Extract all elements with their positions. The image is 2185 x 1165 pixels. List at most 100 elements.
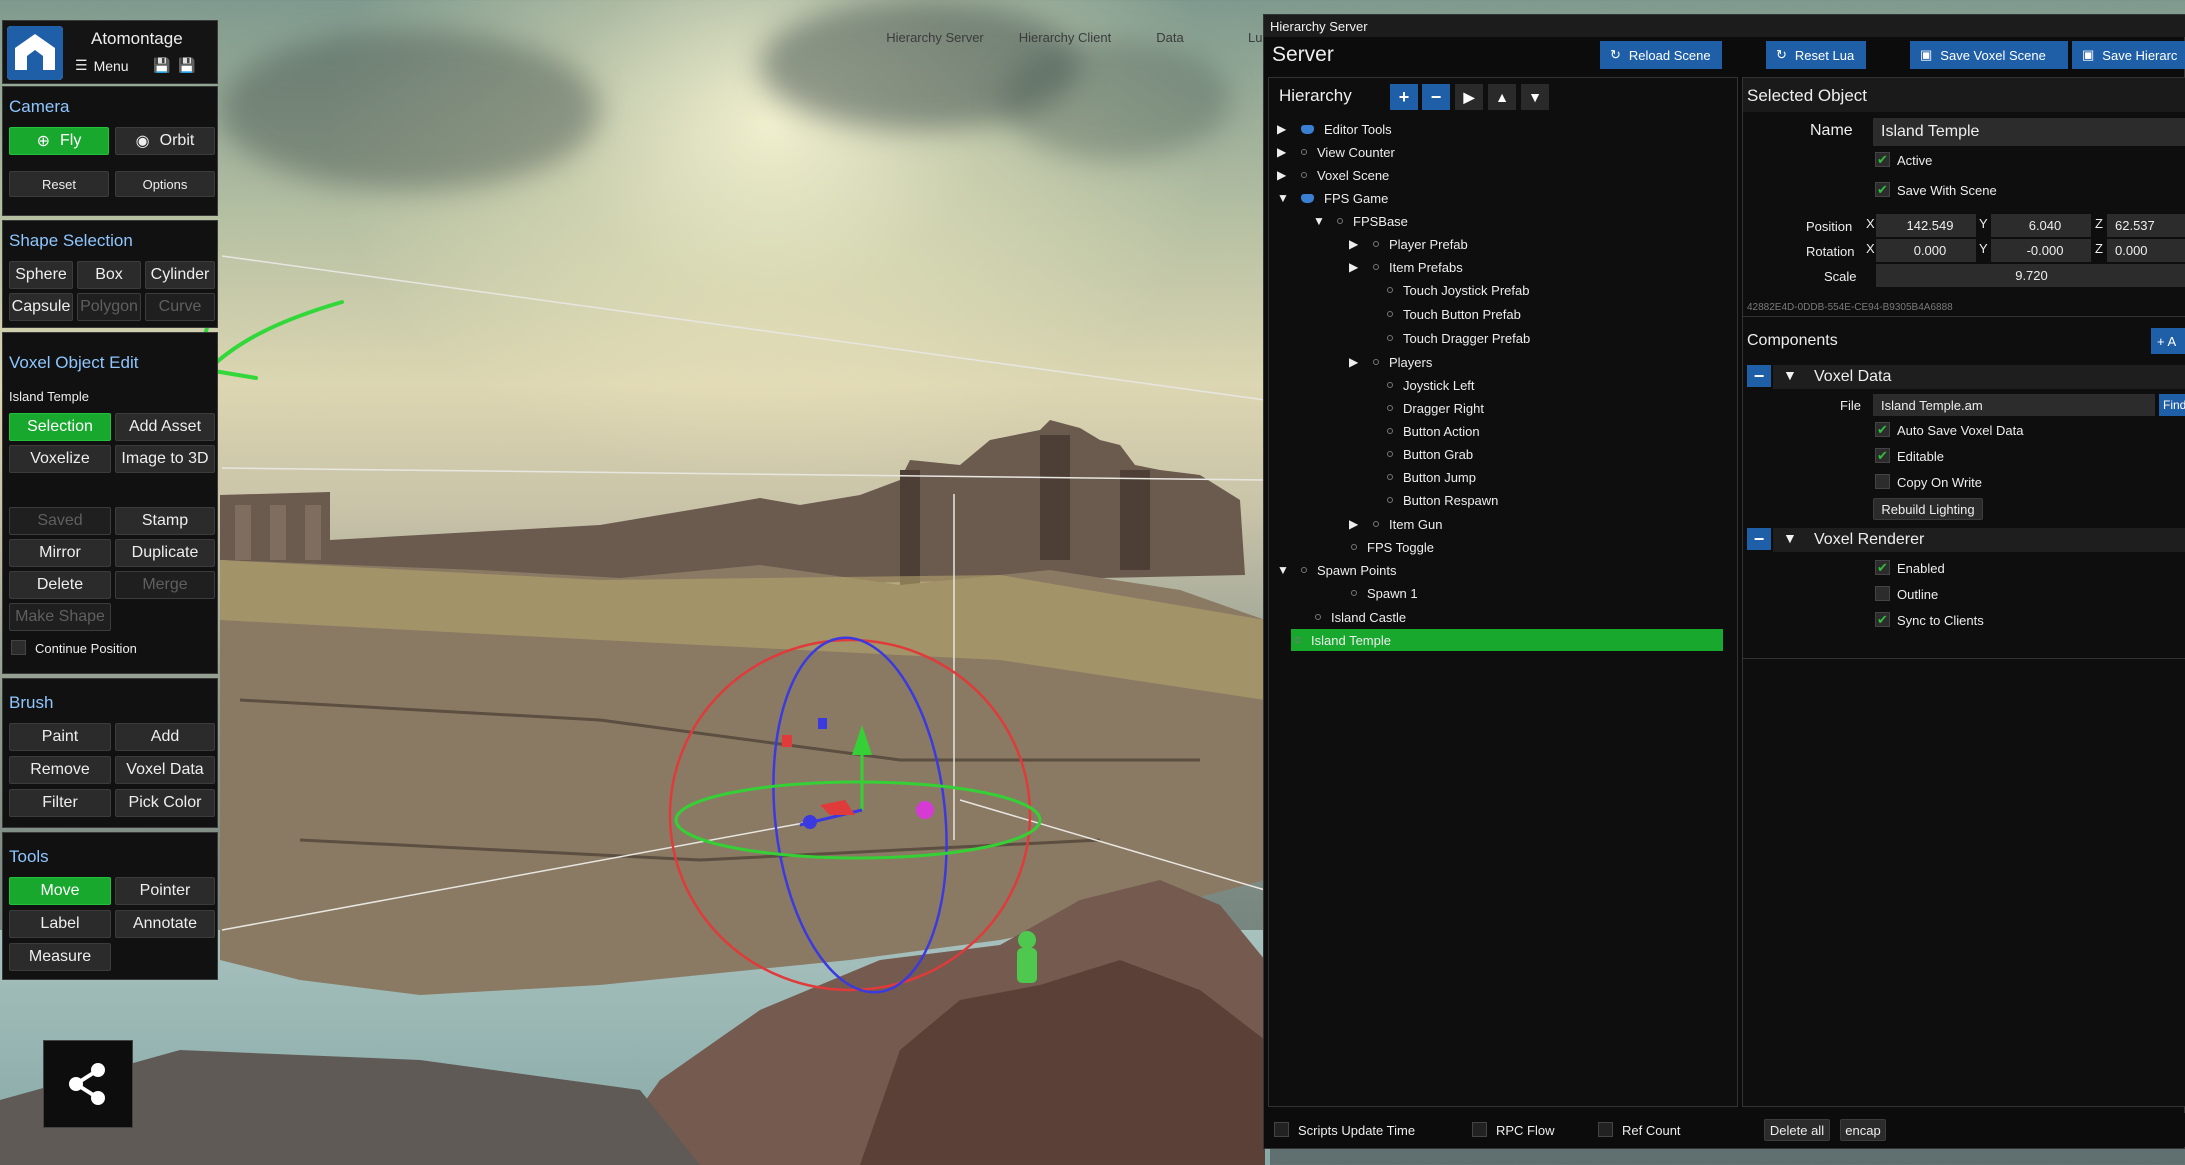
tree-node[interactable]: Button Jump	[1349, 466, 1476, 488]
rebuild-lighting-button[interactable]: Rebuild Lighting	[1873, 498, 1983, 520]
voxelize-button[interactable]: Voxelize	[9, 445, 111, 473]
orbit-button[interactable]: ◉ Orbit	[115, 127, 215, 155]
scale-input[interactable]: 9.720	[1876, 264, 2185, 287]
tree-node[interactable]: Touch Joystick Prefab	[1349, 279, 1529, 301]
active-checkbox[interactable]: ✔	[1875, 152, 1890, 167]
pick-color-button[interactable]: Pick Color	[115, 789, 215, 817]
sync-clients-checkbox[interactable]: ✔	[1875, 612, 1890, 627]
collapse-voxel-renderer-button[interactable]: −	[1747, 528, 1771, 550]
collapse-voxel-data-button[interactable]: −	[1747, 365, 1771, 387]
rotation-y-input[interactable]: -0.000	[1991, 239, 2091, 262]
tree-node[interactable]: Island Castle	[1277, 606, 1406, 628]
capsule-button[interactable]: Capsule	[9, 293, 73, 321]
tab-data[interactable]: Data	[1150, 30, 1190, 45]
tree-node[interactable]: Touch Dragger Prefab	[1349, 327, 1530, 349]
share-button[interactable]	[43, 1040, 133, 1128]
file-input[interactable]: Island Temple.am	[1873, 394, 2155, 416]
tree-node[interactable]: Joystick Left	[1349, 374, 1475, 396]
camera-options-button[interactable]: Options	[115, 171, 215, 197]
pointer-tool-button[interactable]: Pointer	[115, 877, 215, 905]
tree-node[interactable]: ▶ Editor Tools	[1277, 118, 1392, 140]
tree-node[interactable]: ▶ Players	[1349, 351, 1432, 373]
chevron-right-icon[interactable]: ▶	[1277, 168, 1291, 182]
delete-all-button[interactable]: Delete all	[1764, 1119, 1830, 1141]
tree-node[interactable]: ▶ View Counter	[1277, 141, 1395, 163]
save-hierarchy-button[interactable]: ▣ Save Hierarc	[2072, 41, 2185, 69]
measure-tool-button[interactable]: Measure	[9, 943, 111, 971]
save-voxel-scene-button[interactable]: ▣ Save Voxel Scene	[1910, 41, 2068, 69]
move-down-button[interactable]: ▼	[1521, 84, 1549, 110]
tree-node[interactable]: Island Temple	[1291, 629, 1723, 651]
tree-node[interactable]: ▶ Player Prefab	[1349, 233, 1468, 255]
tree-node[interactable]: Touch Button Prefab	[1349, 303, 1521, 325]
mirror-button[interactable]: Mirror	[9, 539, 111, 567]
tree-node[interactable]: Button Respawn	[1349, 489, 1498, 511]
tree-node[interactable]: ▼ FPS Game	[1277, 187, 1388, 209]
name-input[interactable]: Island Temple	[1873, 118, 2185, 146]
add-asset-button[interactable]: Add Asset	[115, 413, 215, 441]
position-y-input[interactable]: 6.040	[1991, 214, 2091, 237]
label-tool-button[interactable]: Label	[9, 910, 111, 938]
paint-button[interactable]: Paint	[9, 723, 111, 751]
reset-lua-button[interactable]: ↻ Reset Lua	[1766, 41, 1866, 69]
merge-button[interactable]: Merge	[115, 571, 215, 599]
tree-node[interactable]: ▼ Spawn Points	[1277, 559, 1397, 581]
chevron-right-icon[interactable]: ▶	[1349, 355, 1363, 369]
stamp-button[interactable]: Stamp	[115, 507, 215, 535]
move-tool-button[interactable]: Move	[9, 877, 111, 905]
play-button[interactable]: ▶	[1455, 84, 1483, 110]
copy-on-write-checkbox[interactable]	[1875, 474, 1890, 489]
outline-checkbox[interactable]	[1875, 586, 1890, 601]
selection-button[interactable]: Selection	[9, 413, 111, 441]
tab-hierarchy-client[interactable]: Hierarchy Client	[1010, 30, 1120, 45]
make-shape-button[interactable]: Make Shape	[9, 603, 111, 631]
rotation-z-input[interactable]: 0.000	[2107, 239, 2185, 262]
chevron-down-icon[interactable]: ▼	[1277, 191, 1291, 205]
window-titlebar[interactable]: Hierarchy Server	[1264, 15, 2185, 37]
ref-count-checkbox[interactable]	[1598, 1122, 1613, 1137]
rotation-x-input[interactable]: 0.000	[1876, 239, 1976, 262]
add-button[interactable]: Add	[115, 723, 215, 751]
delete-button[interactable]: Delete	[9, 571, 111, 599]
duplicate-button[interactable]: Duplicate	[115, 539, 215, 567]
chevron-right-icon[interactable]: ▶	[1277, 122, 1291, 136]
move-up-button[interactable]: ▲	[1488, 84, 1516, 110]
scripts-update-checkbox[interactable]	[1274, 1122, 1289, 1137]
tree-node[interactable]: ▶ Item Prefabs	[1349, 256, 1463, 278]
editable-checkbox[interactable]: ✔	[1875, 448, 1890, 463]
sphere-button[interactable]: Sphere	[9, 261, 73, 289]
tree-node[interactable]: Button Action	[1349, 420, 1480, 442]
remove-button[interactable]: Remove	[9, 756, 111, 784]
save-as-icon[interactable]: 💾	[178, 57, 195, 74]
continue-position-checkbox[interactable]	[11, 640, 26, 655]
tree-node[interactable]: ▶ Item Gun	[1349, 513, 1442, 535]
save-icon[interactable]: 💾	[153, 57, 170, 74]
reset-camera-button[interactable]: Reset	[9, 171, 109, 197]
chevron-down-icon[interactable]: ▼	[1313, 214, 1327, 228]
position-z-input[interactable]: 62.537	[2107, 214, 2185, 237]
curve-button[interactable]: Curve	[145, 293, 215, 321]
rpc-flow-checkbox[interactable]	[1472, 1122, 1487, 1137]
fly-button[interactable]: ⊕ Fly	[9, 127, 109, 155]
auto-save-checkbox[interactable]: ✔	[1875, 422, 1890, 437]
add-node-button[interactable]: +	[1390, 84, 1418, 110]
tab-hierarchy-server[interactable]: Hierarchy Server	[880, 30, 990, 45]
chevron-right-icon[interactable]: ▶	[1349, 260, 1363, 274]
chevron-right-icon[interactable]: ▶	[1277, 145, 1291, 159]
add-component-button[interactable]: + A	[2151, 328, 2185, 354]
filter-button[interactable]: Filter	[9, 789, 111, 817]
box-button[interactable]: Box	[77, 261, 141, 289]
polygon-button[interactable]: Polygon	[77, 293, 141, 321]
annotate-tool-button[interactable]: Annotate	[115, 910, 215, 938]
reload-scene-button[interactable]: ↻ Reload Scene	[1600, 41, 1722, 69]
saved-button[interactable]: Saved	[9, 507, 111, 535]
enabled-checkbox[interactable]: ✔	[1875, 560, 1890, 575]
tree-node[interactable]: Spawn 1	[1313, 582, 1418, 604]
chevron-right-icon[interactable]: ▶	[1349, 517, 1363, 531]
remove-node-button[interactable]: −	[1422, 84, 1450, 110]
image-to-3d-button[interactable]: Image to 3D	[115, 445, 215, 473]
find-file-button[interactable]: Find	[2159, 394, 2185, 416]
chevron-right-icon[interactable]: ▶	[1349, 237, 1363, 251]
tree-node[interactable]: ▼ FPSBase	[1313, 210, 1408, 232]
tree-node[interactable]: Button Grab	[1349, 443, 1473, 465]
